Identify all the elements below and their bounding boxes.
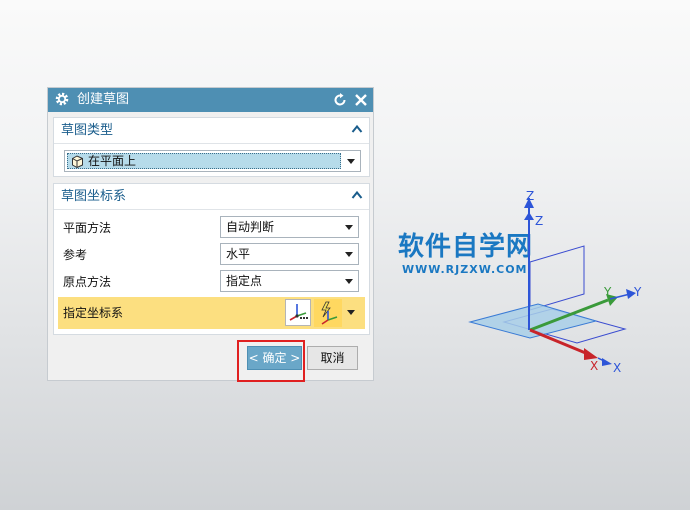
sketch-csys-title: 草图坐标系: [61, 189, 127, 204]
sketch-type-dropdown[interactable]: 在平面上: [64, 150, 361, 172]
plane-method-value: 自动判断: [226, 220, 275, 234]
dialog-titlebar: 创建草图: [48, 88, 373, 112]
sketch-plane-preview: Z Z Y Y X X: [468, 189, 642, 375]
reference-dropdown[interactable]: 水平: [220, 243, 359, 265]
sketch-type-group: 草图类型 在平面上: [53, 117, 370, 177]
chevron-down-icon[interactable]: [347, 310, 355, 315]
plane-method-label: 平面方法: [63, 221, 112, 235]
close-icon[interactable]: [353, 92, 369, 108]
infer-csys-icon: [321, 301, 338, 325]
reference-label: 参考: [63, 248, 88, 262]
z-axis-label-inner: Z: [535, 214, 543, 228]
vertical-plane-outline: [529, 245, 585, 311]
origin-method-label: 原点方法: [63, 275, 112, 289]
collapse-chevron-icon[interactable]: [351, 124, 363, 134]
plane-method-dropdown[interactable]: 自动判断: [220, 216, 359, 238]
plane-cube-icon: [72, 155, 83, 168]
x-axis-label-inner: X: [590, 359, 598, 373]
sketch-csys-group: 草图坐标系 平面方法 自动判断 参考 水平 原点方法 指定点 指定坐标系: [53, 183, 370, 335]
csys-dialog-button[interactable]: [285, 299, 311, 326]
chevron-down-icon[interactable]: [345, 279, 353, 284]
origin-method-value: 指定点: [226, 274, 263, 288]
z-axis-arrowhead-inner: [524, 212, 534, 220]
gear-icon: [55, 92, 69, 106]
specify-csys-label: 指定坐标系: [63, 306, 124, 320]
sketch-type-title: 草图类型: [61, 123, 114, 138]
create-sketch-dialog: 创建草图 草图类型 在平面上 草图坐标系 平面方法 自动判断 参考 水平 原点方…: [47, 87, 374, 381]
sketch-type-selection: 在平面上: [67, 153, 341, 169]
group-divider: [54, 209, 369, 210]
chevron-down-icon[interactable]: [345, 252, 353, 257]
infer-csys-button[interactable]: [314, 299, 342, 327]
y-axis-label: Y: [633, 285, 642, 299]
sketch-type-value: 在平面上: [88, 154, 137, 168]
y-axis-label-inner: Y: [603, 285, 612, 299]
cancel-button[interactable]: 取消: [307, 346, 358, 370]
dialog-title: 创建草图: [77, 92, 130, 107]
x-axis-label: X: [613, 361, 621, 375]
z-axis-label: Z: [526, 189, 534, 203]
reset-icon[interactable]: [332, 92, 348, 108]
group-divider: [54, 143, 369, 144]
origin-method-dropdown[interactable]: 指定点: [220, 270, 359, 292]
specify-csys-row[interactable]: 指定坐标系: [58, 297, 365, 329]
x-axis-outer-arrowhead: [602, 358, 612, 366]
collapse-chevron-icon[interactable]: [351, 190, 363, 200]
ok-button-highlight-box: [237, 340, 305, 382]
csys-dialog-icon: [289, 304, 308, 321]
reference-value: 水平: [226, 247, 251, 261]
chevron-down-icon[interactable]: [347, 159, 355, 164]
sketch-plane: [468, 303, 598, 339]
chevron-down-icon[interactable]: [345, 225, 353, 230]
